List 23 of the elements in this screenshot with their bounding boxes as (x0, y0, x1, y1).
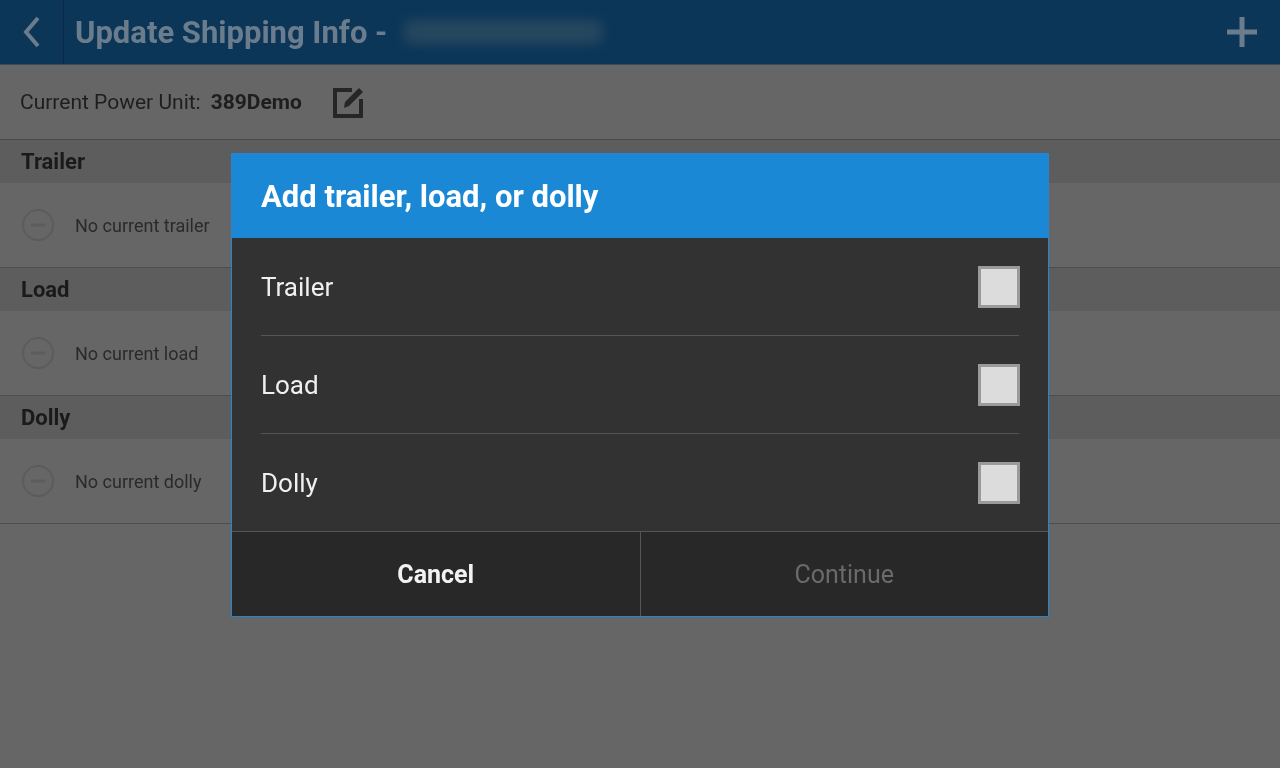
empty-message: No current trailer (75, 214, 210, 236)
checkbox[interactable] (978, 461, 1020, 504)
plus-icon (1226, 16, 1258, 48)
dialog-button[interactable]: Cancel (232, 532, 640, 616)
page-title: Update Shipping Info - (75, 13, 388, 51)
option-label: Dolly (261, 467, 318, 498)
power-unit-value: 389Demo (210, 90, 302, 114)
edit-icon (331, 85, 366, 119)
option-row[interactable]: Load (261, 336, 1019, 434)
option-label: Load (261, 369, 319, 400)
dialog-title: Add trailer, load, or dolly (261, 177, 599, 215)
edit-button[interactable] (331, 85, 366, 119)
empty-message: No current dolly (75, 470, 202, 492)
checkbox[interactable] (978, 265, 1020, 308)
option-row[interactable]: Dolly (261, 434, 1019, 531)
section-title: Trailer (21, 149, 85, 174)
section-title: Load (21, 277, 70, 302)
option-row[interactable]: Trailer (261, 238, 1019, 336)
empty-message: No current load (75, 342, 199, 364)
checkbox[interactable] (978, 363, 1020, 406)
option-label: Trailer (261, 271, 334, 302)
power-unit-label: Current Power Unit: (20, 90, 201, 114)
section-title: Dolly (21, 405, 71, 430)
